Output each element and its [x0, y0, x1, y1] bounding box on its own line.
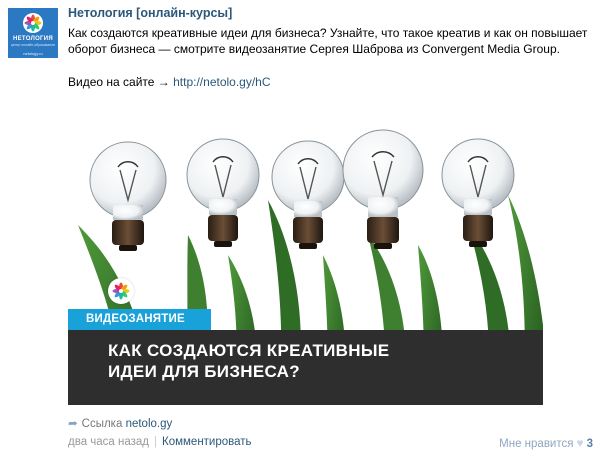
link-domain[interactable]: netolo.gy — [126, 418, 173, 430]
link-label: Ссылка — [81, 418, 123, 430]
like-count: 3 — [586, 438, 593, 450]
like-button[interactable]: Мне нравится ♥ 3 — [499, 436, 593, 450]
avatar-brand-name: НЕТОЛОГИЯ — [13, 36, 53, 42]
post-image[interactable]: ВИДЕОЗАНЯТИЕ КАК СОЗДАЮТСЯ КРЕАТИВНЫЕ ИД… — [68, 105, 543, 405]
avatar-url: netology.ru — [23, 51, 43, 56]
video-link[interactable]: http://netolo.gy/hC — [173, 75, 270, 89]
video-lesson-band: ВИДЕОЗАНЯТИЕ — [68, 309, 211, 330]
post-time[interactable]: два часа назад — [68, 436, 149, 448]
post-meta: два часа назад | Комментировать — [68, 436, 252, 448]
post-author-link[interactable]: Нетология [онлайн-курсы] — [68, 6, 232, 20]
video-line: Видео на сайте → http://netolo.gy/hC — [68, 75, 271, 89]
attachment-link-row: ➦ Ссылка netolo.gy — [68, 416, 172, 430]
post-text: Как создаются креативные идеи для бизнес… — [68, 26, 588, 56]
video-lesson-label: ВИДЕОЗАНЯТИЕ — [86, 313, 185, 325]
image-title-overlay: КАК СОЗДАЮТСЯ КРЕАТИВНЫЕ ИДЕИ ДЛЯ БИЗНЕС… — [68, 330, 543, 405]
avatar-tagline: центр онлайн-образования — [10, 43, 56, 47]
comment-link[interactable]: Комментировать — [162, 436, 252, 448]
meta-separator: | — [154, 436, 158, 448]
image-title-line-2: ИДЕИ ДЛЯ БИЗНЕСА? — [108, 362, 300, 381]
share-arrow-icon: ➦ — [68, 418, 78, 430]
group-avatar[interactable]: НЕТОЛОГИЯ центр онлайн-образования netol… — [8, 8, 58, 58]
like-label: Мне нравится — [499, 438, 574, 450]
netology-logo-icon — [23, 13, 43, 33]
image-title: КАК СОЗДАЮТСЯ КРЕАТИВНЫЕ ИДЕИ ДЛЯ БИЗНЕС… — [108, 340, 528, 382]
netology-logo-icon — [108, 278, 134, 304]
heart-icon: ♥ — [576, 436, 584, 450]
image-title-line-1: КАК СОЗДАЮТСЯ КРЕАТИВНЫЕ — [108, 341, 390, 360]
video-prefix: Видео на сайте → — [68, 75, 170, 89]
